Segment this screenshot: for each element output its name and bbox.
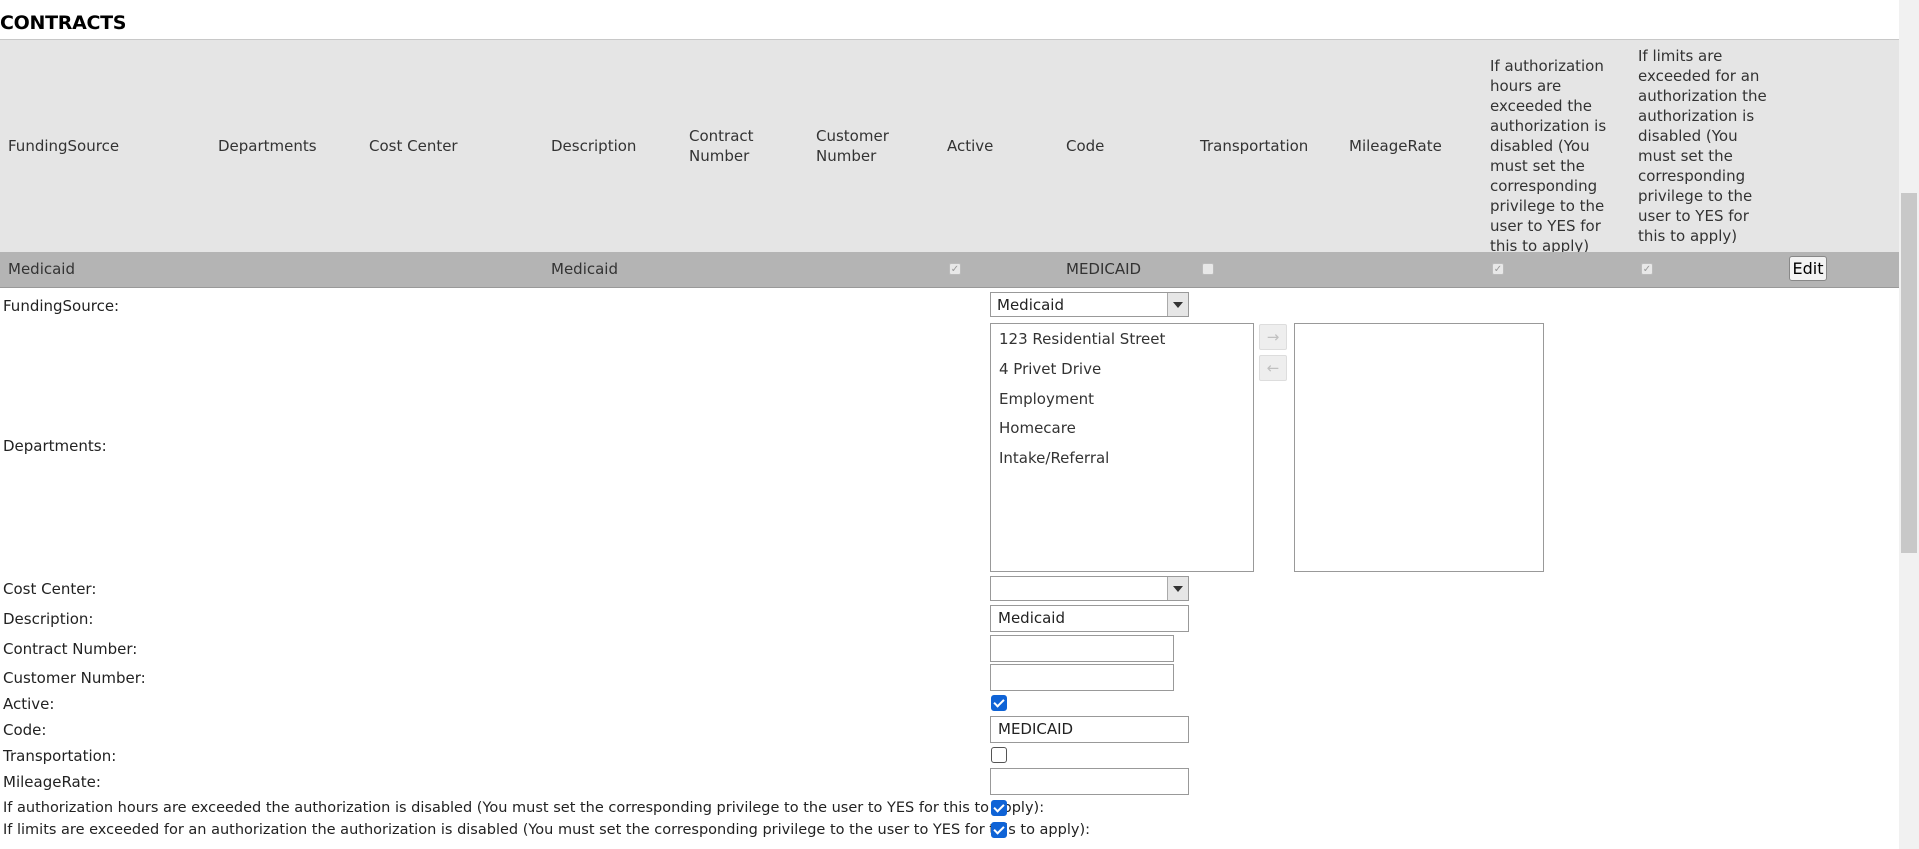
funding-source-value: Medicaid <box>997 296 1064 314</box>
label-customer-number: Customer Number: <box>3 669 146 687</box>
customer-number-input[interactable] <box>990 664 1174 691</box>
description-input[interactable]: Medicaid <box>990 605 1189 632</box>
mileage-rate-input[interactable] <box>990 768 1189 795</box>
move-left-button[interactable]: ← <box>1259 355 1287 381</box>
transportation-checkbox[interactable] <box>991 747 1007 763</box>
row-limits-checkbox: ✓ <box>1641 263 1653 275</box>
label-active: Active: <box>3 695 55 713</box>
label-contract-number: Contract Number: <box>3 640 138 658</box>
page-title: CONTRACTS <box>0 12 127 34</box>
contract-number-input[interactable] <box>990 635 1174 662</box>
arrow-left-icon: ← <box>1266 359 1280 377</box>
code-input[interactable]: MEDICAID <box>990 716 1189 743</box>
header-funding-source[interactable]: FundingSource <box>8 136 119 156</box>
header-code[interactable]: Code <box>1066 136 1104 156</box>
label-transportation: Transportation: <box>3 747 117 765</box>
row-code: MEDICAID <box>1066 260 1142 278</box>
list-item[interactable]: Employment <box>999 390 1094 408</box>
row-description: Medicaid <box>551 260 618 278</box>
scrollbar-thumb[interactable] <box>1901 193 1917 553</box>
cost-center-select[interactable] <box>990 576 1189 601</box>
label-auth-hours-exceeded: If authorization hours are exceeded the … <box>3 800 1045 816</box>
departments-available-list[interactable]: 123 Residential Street 4 Privet Drive Em… <box>990 323 1254 572</box>
table-row[interactable]: Medicaid Medicaid ✓ MEDICAID ✓ ✓ Edit <box>0 252 1899 288</box>
label-code: Code: <box>3 721 47 739</box>
label-limits-exceeded: If limits are exceeded for an authorizat… <box>3 822 1090 838</box>
active-checkbox[interactable] <box>991 695 1007 711</box>
limits-exceeded-checkbox[interactable] <box>991 822 1007 838</box>
header-contract-number[interactable]: Contract Number <box>689 126 769 166</box>
list-item[interactable]: 4 Privet Drive <box>999 360 1101 378</box>
label-cost-center: Cost Center: <box>3 580 97 598</box>
chevron-down-icon <box>1173 302 1183 308</box>
chevron-down-icon <box>1173 586 1183 592</box>
departments-selected-list[interactable] <box>1294 323 1544 572</box>
funding-source-dropdown-button[interactable] <box>1167 293 1188 316</box>
label-departments: Departments: <box>3 437 107 455</box>
list-item[interactable]: Homecare <box>999 419 1076 437</box>
header-customer-number[interactable]: Customer Number <box>816 126 896 166</box>
vertical-scrollbar[interactable] <box>1899 0 1919 849</box>
header-active[interactable]: Active <box>947 136 993 156</box>
auth-hours-exceeded-checkbox[interactable] <box>991 800 1007 816</box>
move-right-button[interactable]: → <box>1259 324 1287 350</box>
header-limits-exceeded[interactable]: If limits are exceeded for an authorizat… <box>1638 46 1773 246</box>
grid-header: FundingSource Departments Cost Center De… <box>0 39 1899 256</box>
header-departments[interactable]: Departments <box>218 136 317 156</box>
header-transportation[interactable]: Transportation <box>1200 136 1308 156</box>
header-description[interactable]: Description <box>551 136 636 156</box>
cost-center-dropdown-button[interactable] <box>1167 577 1188 600</box>
header-mileage-rate[interactable]: MileageRate <box>1349 136 1442 156</box>
header-cost-center[interactable]: Cost Center <box>369 136 458 156</box>
row-funding-source: Medicaid <box>8 260 75 278</box>
header-auth-hours-exceeded[interactable]: If authorization hours are exceeded the … <box>1490 56 1625 256</box>
arrow-right-icon: → <box>1266 328 1280 346</box>
funding-source-select[interactable]: Medicaid <box>990 292 1189 317</box>
label-mileage-rate: MileageRate: <box>3 773 101 791</box>
row-auth-hours-checkbox: ✓ <box>1492 263 1504 275</box>
label-description: Description: <box>3 610 94 628</box>
list-item[interactable]: 123 Residential Street <box>999 330 1165 348</box>
list-item[interactable]: Intake/Referral <box>999 449 1109 467</box>
row-active-checkbox: ✓ <box>949 263 961 275</box>
edit-button[interactable]: Edit <box>1789 256 1827 281</box>
row-transportation-checkbox <box>1202 263 1214 275</box>
label-funding-source: FundingSource: <box>3 297 120 315</box>
